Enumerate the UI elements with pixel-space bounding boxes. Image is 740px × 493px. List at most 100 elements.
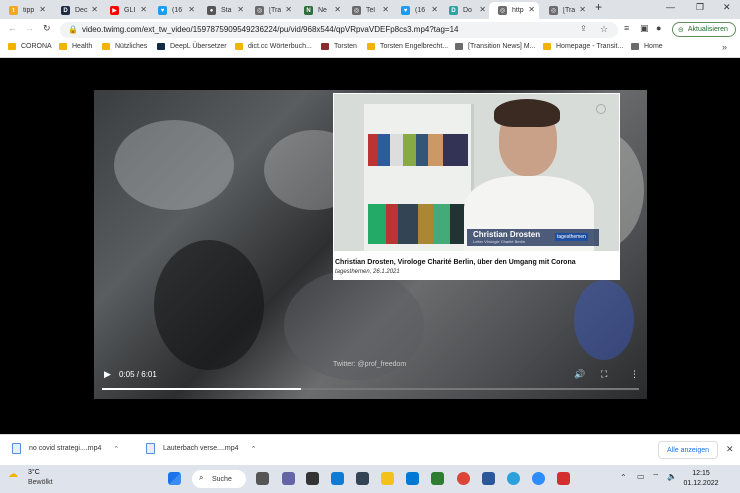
taskbar-clock[interactable]: 12:15 01.12.2022 [683,469,719,489]
browser-toolbar: ← → ↻ 🔒 video.twimg.com/ext_tw_video/159… [0,19,740,40]
bookmark-item[interactable]: Homepage - Transit... [543,43,623,50]
close-tab-icon[interactable]: ✕ [334,5,341,14]
reading-list-icon[interactable]: ≡ [624,23,629,33]
wifi-icon[interactable]: ⌔ [652,472,660,482]
close-tab-icon[interactable]: ✕ [140,5,147,14]
back-icon[interactable]: ← [8,23,17,33]
side-panel-icon[interactable]: ▣ [640,23,649,34]
app-icon[interactable] [356,472,369,485]
site-icon [543,43,551,50]
tab-favicon-icon: ♥ [158,6,167,15]
bookmark-item[interactable]: CORONA [8,43,52,50]
tab-favicon-icon: ♥ [401,6,410,15]
bookmark-item[interactable]: Nützliches [102,43,147,50]
bookmark-item[interactable]: dict.cc Wörterbuch... [235,43,312,50]
task-view-icon[interactable] [256,472,269,485]
person-hair [494,99,560,127]
weather-icon: ☁ [8,469,18,480]
browser-tab[interactable]: ● Sta ✕ [198,2,248,19]
profile-icon[interactable]: ● [656,23,661,33]
tab-favicon-icon: ◎ [549,6,558,15]
browser-tab[interactable]: D Do ✕ [440,2,490,19]
browser-tab[interactable]: ◎ [Tra ✕ [246,2,296,19]
telegram-icon[interactable] [507,472,520,485]
lower-third: Christian Drosten Leiter Virologie Chari… [467,229,599,246]
close-tab-icon[interactable]: ✕ [285,5,292,14]
bookmark-item[interactable]: Health [59,43,92,50]
close-window-icon[interactable]: ✕ [723,2,731,13]
chevron-up-icon[interactable]: ⌃ [251,445,257,453]
maximize-icon[interactable]: ❐ [696,2,704,13]
display-icon[interactable]: ▭ [637,472,645,481]
taskbar-search[interactable]: ⌕ Suche [192,470,246,488]
browser-tab[interactable]: ◎ Tel ✕ [343,2,393,19]
bookmark-item[interactable]: Torsten Engelbrecht... [367,43,448,50]
browser-tab[interactable]: ▶ GLI ✕ [101,2,151,19]
more-options-icon[interactable]: ⋮ [630,369,639,380]
close-tab-icon[interactable]: ✕ [579,5,586,14]
close-tab-icon[interactable]: ✕ [431,5,438,14]
file-icon [146,443,155,454]
time-display: 0:05 / 6:01 [119,370,157,379]
explorer-icon[interactable] [381,472,394,485]
forward-icon[interactable]: → [25,23,34,33]
download-item[interactable]: no covid strategi....mp4 ⌃ [12,443,119,454]
new-tab-icon[interactable]: + [595,0,602,14]
play-icon[interactable]: ▶ [104,369,111,380]
close-tab-icon[interactable]: ✕ [188,5,195,14]
close-tab-icon[interactable]: ✕ [39,5,46,14]
tab-favicon-icon: D [449,6,458,15]
close-tab-icon[interactable]: ✕ [382,5,389,14]
word-icon[interactable] [482,472,495,485]
folder-icon [8,43,16,50]
fullscreen-icon[interactable]: ⛶ [601,369,607,380]
minimize-icon[interactable]: — [666,2,675,12]
tagesthemen-logo: tagesthemen [555,233,588,241]
bookmark-item[interactable]: DeepL Übersetzer [157,43,227,50]
browser-tab[interactable]: t tipp ✕ [0,2,50,19]
app-icon[interactable] [306,472,319,485]
download-item[interactable]: Lauterbach verse....mp4 ⌃ [146,443,256,454]
chrome-icon[interactable] [457,472,470,485]
bookmark-item[interactable]: Home [631,43,663,50]
share-icon[interactable]: ⇪ [580,24,587,33]
bookmark-item[interactable]: Torsten [321,43,357,50]
progress-bar[interactable] [102,388,639,390]
chevron-up-icon[interactable]: ⌃ [113,445,119,453]
close-tab-icon[interactable]: ✕ [91,5,98,14]
update-button[interactable]: ⊝ Aktualisieren [672,22,736,37]
close-download-bar-icon[interactable]: ✕ [726,444,734,455]
browser-tab[interactable]: ♥ (16 ✕ [149,2,199,19]
acrobat-icon[interactable] [557,472,570,485]
volume-icon[interactable]: 🔊 [574,369,585,380]
browser-tab[interactable]: ♥ (16 ✕ [392,2,442,19]
reload-icon[interactable]: ↻ [43,23,51,34]
edge-icon[interactable] [331,472,344,485]
browser-tab[interactable]: N Ne ✕ [295,2,345,19]
app-icon[interactable] [431,472,444,485]
close-tab-icon[interactable]: ✕ [237,5,244,14]
star-icon[interactable]: ☆ [600,24,608,35]
tab-favicon-icon: D [61,6,70,15]
browser-tab[interactable]: ◎ [Tra ✕ [540,2,590,19]
zoom-icon[interactable] [532,472,545,485]
volume-icon[interactable]: 🔈 [667,472,677,481]
browser-tab-active[interactable]: ◎ http ✕ [489,2,539,19]
bookmark-item[interactable]: [Transition News] M... [455,43,535,50]
show-all-button[interactable]: Alle anzeigen [658,441,718,459]
download-bar: no covid strategi....mp4 ⌃ Lauterbach ver… [0,434,740,465]
more-bookmarks-icon[interactable]: » [722,42,727,52]
address-bar[interactable]: 🔒 video.twimg.com/ext_tw_video/159787590… [60,22,618,38]
news-inset: Christian Drosten Leiter Virologie Chari… [333,93,620,280]
close-tab-icon[interactable]: ✕ [528,5,535,14]
bookshelf [364,104,474,251]
video-controls: ▶ 0:05 / 6:01 🔊 ⛶ ⋮ [94,366,647,399]
globe-icon [631,43,639,50]
store-icon[interactable] [406,472,419,485]
close-tab-icon[interactable]: ✕ [479,5,486,14]
start-icon[interactable] [168,472,181,485]
chevron-up-icon[interactable]: ⌃ [620,473,627,482]
inset-image: Christian Drosten Leiter Virologie Chari… [334,94,619,251]
browser-tab[interactable]: D Dec ✕ [52,2,102,19]
teams-icon[interactable] [282,472,295,485]
